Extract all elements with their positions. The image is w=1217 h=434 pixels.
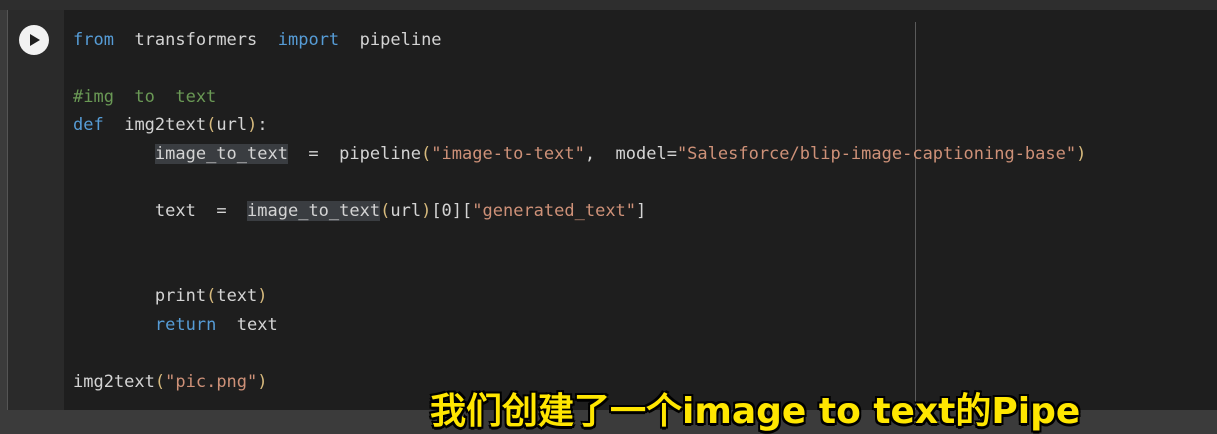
operator: = — [287, 144, 340, 164]
code-line-7: text = image_to_text(url)[0]["generated_… — [73, 199, 646, 223]
code-editor[interactable]: from transformers import pipeline #img t… — [65, 10, 1217, 410]
keyword: import — [277, 30, 340, 50]
cell-gutter — [8, 10, 64, 410]
module-name: transformers — [134, 30, 258, 50]
code-line-5: image_to_text = pipeline("image-to-text"… — [73, 142, 1086, 166]
variable-highlighted: image_to_text — [154, 144, 288, 164]
keyword: return — [154, 315, 217, 335]
comment: #img to text — [73, 87, 217, 107]
code-line-3: #img to text — [73, 85, 216, 109]
string: "Salesforce/blip-image-captioning-base" — [676, 144, 1077, 164]
function-call: pipeline — [339, 144, 422, 164]
keyword: def — [73, 115, 104, 135]
paren: ) — [257, 372, 268, 392]
paren: ) — [1076, 144, 1087, 164]
argument: url — [390, 201, 422, 221]
paren: ) — [421, 201, 432, 221]
run-cell-button[interactable] — [19, 25, 49, 55]
keyword: from — [73, 30, 114, 50]
code-line-11: return text — [73, 313, 278, 337]
string: "image-to-text" — [431, 144, 585, 164]
argument: url — [216, 115, 248, 135]
index: [0][ — [431, 201, 473, 221]
function-call-highlighted: image_to_text — [247, 201, 381, 221]
code-line-10: print(text) — [73, 284, 268, 308]
function-call: print — [154, 286, 207, 306]
code-line-1: from transformers import pipeline — [73, 28, 442, 52]
return-value: text — [216, 315, 278, 335]
paren: ( — [380, 201, 391, 221]
operator: = — [195, 201, 248, 221]
function-name: img2text — [124, 115, 207, 135]
paren: ( — [421, 144, 432, 164]
paren: ( — [206, 286, 217, 306]
paren: ( — [206, 115, 217, 135]
paren: ) — [257, 286, 268, 306]
code-line-4: def img2text(url): — [73, 113, 268, 137]
paren: ( — [154, 372, 166, 392]
top-bar — [0, 0, 1217, 10]
video-subtitle: 我们创建了一个image to text的Pipe — [430, 391, 1081, 432]
code-line-13: img2text("pic.png") — [73, 370, 268, 394]
import-name: pipeline — [359, 30, 442, 50]
argument: text — [216, 286, 258, 306]
variable: text — [154, 201, 196, 221]
play-icon — [30, 34, 40, 46]
line-length-ruler — [915, 22, 916, 410]
string: "generated_text" — [472, 201, 637, 221]
paren: ) — [247, 115, 258, 135]
code-cell[interactable]: from transformers import pipeline #img t… — [7, 10, 1217, 410]
colon: : — [257, 115, 268, 135]
argument-sep: , model= — [584, 144, 677, 164]
string: "pic.png" — [165, 372, 258, 392]
function-call: img2text — [73, 372, 155, 392]
bracket: ] — [636, 201, 647, 221]
